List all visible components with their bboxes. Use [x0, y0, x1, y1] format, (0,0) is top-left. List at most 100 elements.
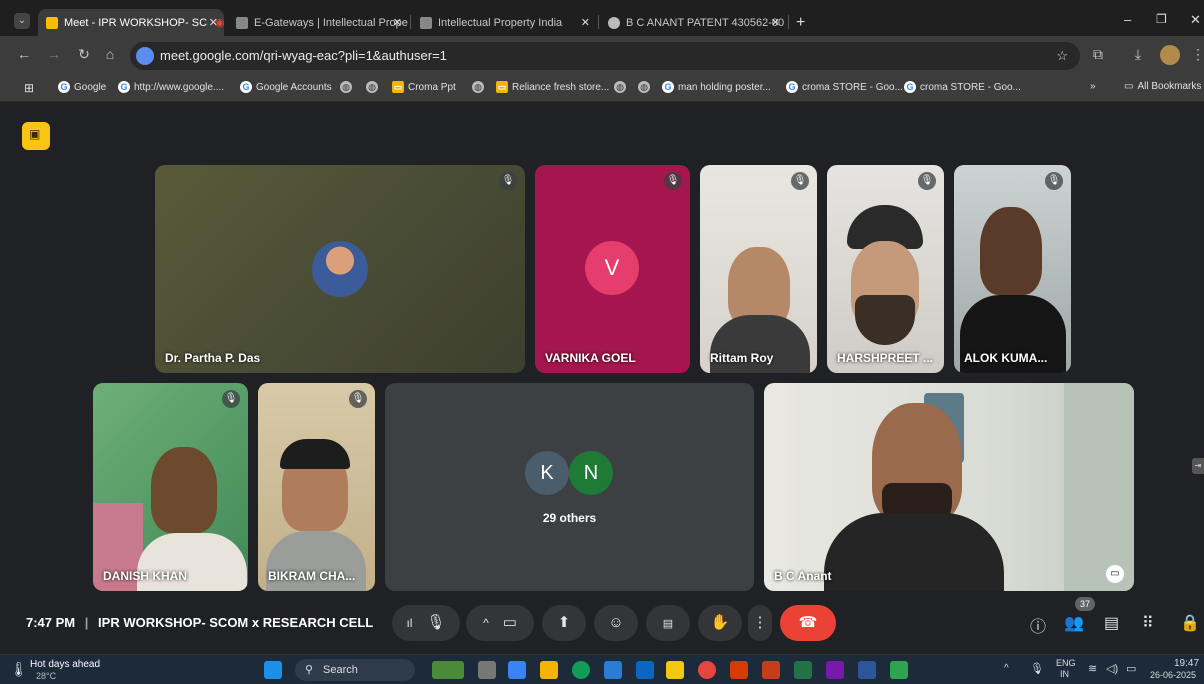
- participant-tile-bc-anant[interactable]: ▭ B C Anant: [764, 383, 1134, 591]
- leave-call-button[interactable]: ☎: [780, 605, 836, 641]
- power-bi-icon[interactable]: [666, 661, 684, 679]
- site-info-icon[interactable]: [136, 47, 154, 65]
- bookmark-item[interactable]: ◍: [340, 81, 352, 93]
- bookmark-item[interactable]: ▭ Croma Ppt: [392, 81, 456, 93]
- clock-time[interactable]: 19:47: [1174, 658, 1199, 669]
- participant-tile-partha[interactable]: 🎙 Dr. Partha P. Das: [155, 165, 525, 373]
- mic-off-icon: 🎙: [499, 172, 517, 190]
- weather-icon[interactable]: 🌡: [10, 661, 28, 678]
- bookmark-item[interactable]: Gman holding poster...: [662, 81, 771, 93]
- new-tab-button[interactable]: +: [796, 14, 805, 32]
- store-icon[interactable]: [604, 661, 622, 679]
- mic-off-icon: 🎙: [1045, 172, 1063, 190]
- participant-name: Dr. Partha P. Das: [165, 351, 261, 365]
- others-tile[interactable]: K N 29 others: [385, 383, 754, 591]
- reactions-button[interactable]: ☺: [594, 605, 638, 641]
- volume-icon[interactable]: ◁): [1106, 662, 1118, 675]
- zoom-app-icon[interactable]: [730, 661, 748, 679]
- reload-icon[interactable]: ↻: [74, 46, 94, 63]
- side-panel-toggle[interactable]: ⇥: [1192, 458, 1204, 474]
- bookmark-item[interactable]: ▭ Reliance fresh store...: [496, 81, 609, 93]
- tab-egateways[interactable]: E-Gateways | Intellectual Prope ✕: [228, 9, 408, 36]
- participant-name: VARNIKA GOEL: [545, 351, 636, 365]
- close-tab-icon[interactable]: ✕: [393, 16, 402, 29]
- taskbar-search[interactable]: ⚲ Search: [295, 659, 415, 681]
- home-icon[interactable]: ⌂: [100, 46, 120, 62]
- battery-icon[interactable]: ▭: [1126, 662, 1136, 675]
- power-automate-icon[interactable]: [636, 661, 654, 679]
- chrome-icon[interactable]: [698, 661, 716, 679]
- participant-tile-bikram[interactable]: 🎙 BIKRAM CHA...: [258, 383, 375, 591]
- close-tab-icon[interactable]: ✕: [209, 16, 218, 29]
- tab-search-icon[interactable]: ⌄: [14, 13, 30, 29]
- bookmark-item[interactable]: ◍: [472, 81, 484, 93]
- profile-avatar[interactable]: [1160, 45, 1180, 65]
- bookmark-item[interactable]: ◍: [366, 81, 378, 93]
- people-icon[interactable]: 👥: [1064, 613, 1084, 633]
- bookmark-label: Reliance fresh store...: [512, 81, 610, 93]
- tab-ip-india[interactable]: Intellectual Property India ✕: [412, 9, 596, 36]
- more-bookmarks-button[interactable]: »: [1090, 81, 1096, 92]
- participant-tile-alok[interactable]: 🎙 ALOK KUMA...: [954, 165, 1071, 373]
- all-bookmarks-label: All Bookmarks: [1137, 81, 1202, 92]
- tab-patent[interactable]: B C ANANT PATENT 430562-00 ✕: [600, 9, 786, 36]
- host-controls-button[interactable]: ▣: [22, 122, 50, 150]
- download-icon[interactable]: ⤓: [1128, 46, 1148, 63]
- participant-tile-danish[interactable]: 🎙 DANISH KHAN: [93, 383, 248, 591]
- audio-level-icon: ıl: [406, 616, 413, 630]
- bookmark-item[interactable]: Gcroma STORE - Goo...: [786, 81, 903, 93]
- extensions-icon[interactable]: ⧉: [1088, 46, 1108, 63]
- chevron-up-icon[interactable]: ^: [1004, 663, 1009, 674]
- back-icon[interactable]: ←: [14, 46, 34, 62]
- participant-tile-varnika[interactable]: V 🎙 VARNIKA GOEL: [535, 165, 690, 373]
- excel-icon[interactable]: [794, 661, 812, 679]
- captions-button[interactable]: ▤: [646, 605, 690, 641]
- wifi-icon[interactable]: ≋: [1088, 662, 1097, 675]
- chat-icon[interactable]: ▤: [1104, 613, 1119, 633]
- onenote-icon[interactable]: [826, 661, 844, 679]
- more-options-button[interactable]: ⋮: [748, 605, 772, 641]
- bookmarks-bar: ⊞ G Google Ghttp://www.google.... G Google…: [0, 76, 1204, 102]
- camera-button[interactable]: ^ ▭: [466, 605, 534, 641]
- photos-icon[interactable]: [890, 661, 908, 679]
- task-view-icon[interactable]: [478, 661, 496, 679]
- restore-icon[interactable]: ❐: [1156, 12, 1167, 26]
- tab-title: B C ANANT PATENT 430562-00: [626, 16, 785, 29]
- activities-icon[interactable]: ⠿: [1142, 613, 1154, 633]
- menu-icon[interactable]: ⋮: [1188, 46, 1204, 63]
- url-input[interactable]: meet.google.com/qri-wyag-eac?pli=1&authu…: [130, 42, 1080, 70]
- microphone-button[interactable]: ıl 🎙: [392, 605, 460, 641]
- raise-hand-button[interactable]: ✋: [698, 605, 742, 641]
- bookmark-item[interactable]: G Google: [58, 81, 106, 93]
- google-icon: G: [58, 81, 70, 93]
- meeting-details-icon[interactable]: ⓘ: [1030, 613, 1046, 637]
- edge-icon[interactable]: [572, 661, 590, 679]
- copilot-icon[interactable]: [508, 661, 526, 679]
- language-label[interactable]: ENG: [1056, 658, 1076, 668]
- host-controls-icon[interactable]: 🔒: [1180, 613, 1200, 633]
- present-button[interactable]: ⬆: [542, 605, 586, 641]
- start-icon[interactable]: [264, 661, 282, 679]
- close-tab-icon[interactable]: ✕: [771, 16, 780, 29]
- tab-meet[interactable]: Meet - IPR WORKSHOP- SC ◉ ✕: [38, 9, 224, 36]
- close-tab-icon[interactable]: ✕: [581, 16, 590, 29]
- minimize-icon[interactable]: –: [1124, 12, 1131, 27]
- apps-icon[interactable]: ⊞: [24, 81, 34, 95]
- bookmark-item[interactable]: G Google Accounts: [240, 81, 332, 93]
- bookmark-item[interactable]: Ghttp://www.google....: [118, 81, 224, 93]
- bookmark-item[interactable]: ◍: [614, 81, 626, 93]
- word-icon[interactable]: [858, 661, 876, 679]
- participant-tile-rittam[interactable]: 🎙 Rittam Roy: [700, 165, 817, 373]
- participant-name: B C Anant: [774, 569, 832, 583]
- forward-icon[interactable]: →: [44, 46, 64, 62]
- windows-taskbar: 🌡 Hot days ahead 28°C ⚲ Search ^ 🎙 ENG I…: [0, 654, 1204, 684]
- bookmark-item[interactable]: Gcroma STORE - Goo...: [904, 81, 1021, 93]
- all-bookmarks-button[interactable]: ▭ All Bookmarks: [1124, 81, 1201, 92]
- close-window-icon[interactable]: ✕: [1190, 12, 1201, 28]
- file-explorer-icon[interactable]: [540, 661, 558, 679]
- star-icon[interactable]: ☆: [1056, 42, 1068, 70]
- powerpoint-icon[interactable]: [762, 661, 780, 679]
- participant-tile-harshpreet[interactable]: 🎙 HARSHPREET ...: [827, 165, 944, 373]
- bookmark-item[interactable]: ◍: [638, 81, 650, 93]
- widget-icon[interactable]: [432, 661, 464, 679]
